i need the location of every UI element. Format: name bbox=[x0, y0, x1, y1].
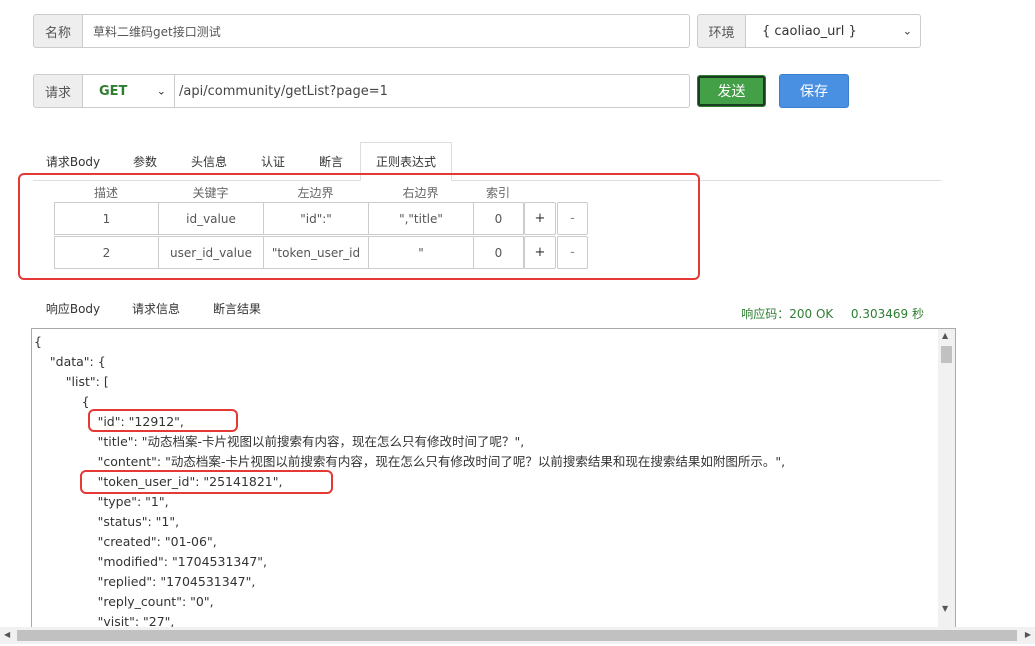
env-select-value: { caoliao_url } bbox=[762, 23, 857, 39]
highlight-regex-table bbox=[18, 173, 700, 280]
vertical-scrollbar[interactable]: ▲ ▼ bbox=[938, 329, 955, 627]
status-code: 响应码：200 OK bbox=[741, 307, 834, 321]
send-button[interactable]: 发送 bbox=[697, 75, 766, 107]
method-select[interactable]: GET ⌄ bbox=[82, 74, 175, 108]
save-button[interactable]: 保存 bbox=[779, 74, 849, 108]
chevron-down-icon: ⌄ bbox=[902, 24, 912, 38]
scrollbar-thumb[interactable] bbox=[17, 630, 1017, 641]
response-line: "reply_count": "0", bbox=[34, 594, 214, 609]
response-line: "replied": "1704531347", bbox=[34, 574, 256, 589]
name-label: 名称 bbox=[33, 14, 83, 48]
request-label: 请求 bbox=[33, 74, 83, 108]
env-label: 环境 bbox=[697, 14, 746, 48]
response-line: "list": [ bbox=[34, 374, 109, 389]
tab-assert-result[interactable]: 断言结果 bbox=[205, 296, 269, 320]
name-input[interactable]: 草料二维码get接口测试 bbox=[82, 14, 690, 48]
response-line: "created": "01-06", bbox=[34, 534, 217, 549]
highlight-id-field bbox=[88, 409, 238, 432]
response-line: { bbox=[34, 334, 42, 349]
scroll-down-arrow-icon[interactable]: ▼ bbox=[942, 604, 948, 613]
status-bar: 响应码：200 OK 0.303469 秒 bbox=[700, 305, 924, 321]
highlight-token-user-id-field bbox=[80, 470, 333, 494]
scroll-left-arrow-icon[interactable]: ◀ bbox=[4, 630, 10, 639]
response-line: "content": "动态档案-卡片视图以前搜索有内容，现在怎么只有修改时间了… bbox=[34, 454, 786, 469]
response-line: "type": "1", bbox=[34, 494, 169, 509]
response-line: "data": { bbox=[34, 354, 106, 369]
response-line: "status": "1", bbox=[34, 514, 180, 529]
scroll-up-arrow-icon[interactable]: ▲ bbox=[942, 331, 948, 340]
scroll-right-arrow-icon[interactable]: ▶ bbox=[1025, 630, 1031, 639]
response-time: 0.303469 秒 bbox=[850, 307, 924, 321]
method-select-value: GET bbox=[99, 83, 128, 99]
scrollbar-thumb[interactable] bbox=[941, 346, 952, 363]
response-line: "visit": "27", bbox=[34, 614, 175, 628]
horizontal-scrollbar[interactable]: ◀ ▶ bbox=[0, 627, 1035, 644]
response-line: "title": "动态档案-卡片视图以前搜索有内容，现在怎么只有修改时间了呢？… bbox=[34, 434, 525, 449]
url-input[interactable]: /api/community/getList?page=1 bbox=[174, 74, 690, 108]
env-select[interactable]: { caoliao_url } ⌄ bbox=[745, 14, 921, 48]
tab-response-body[interactable]: 响应Body bbox=[38, 296, 108, 320]
chevron-down-icon: ⌄ bbox=[156, 84, 166, 98]
response-line: "modified": "1704531347", bbox=[34, 554, 267, 569]
tab-request-info[interactable]: 请求信息 bbox=[124, 296, 188, 320]
